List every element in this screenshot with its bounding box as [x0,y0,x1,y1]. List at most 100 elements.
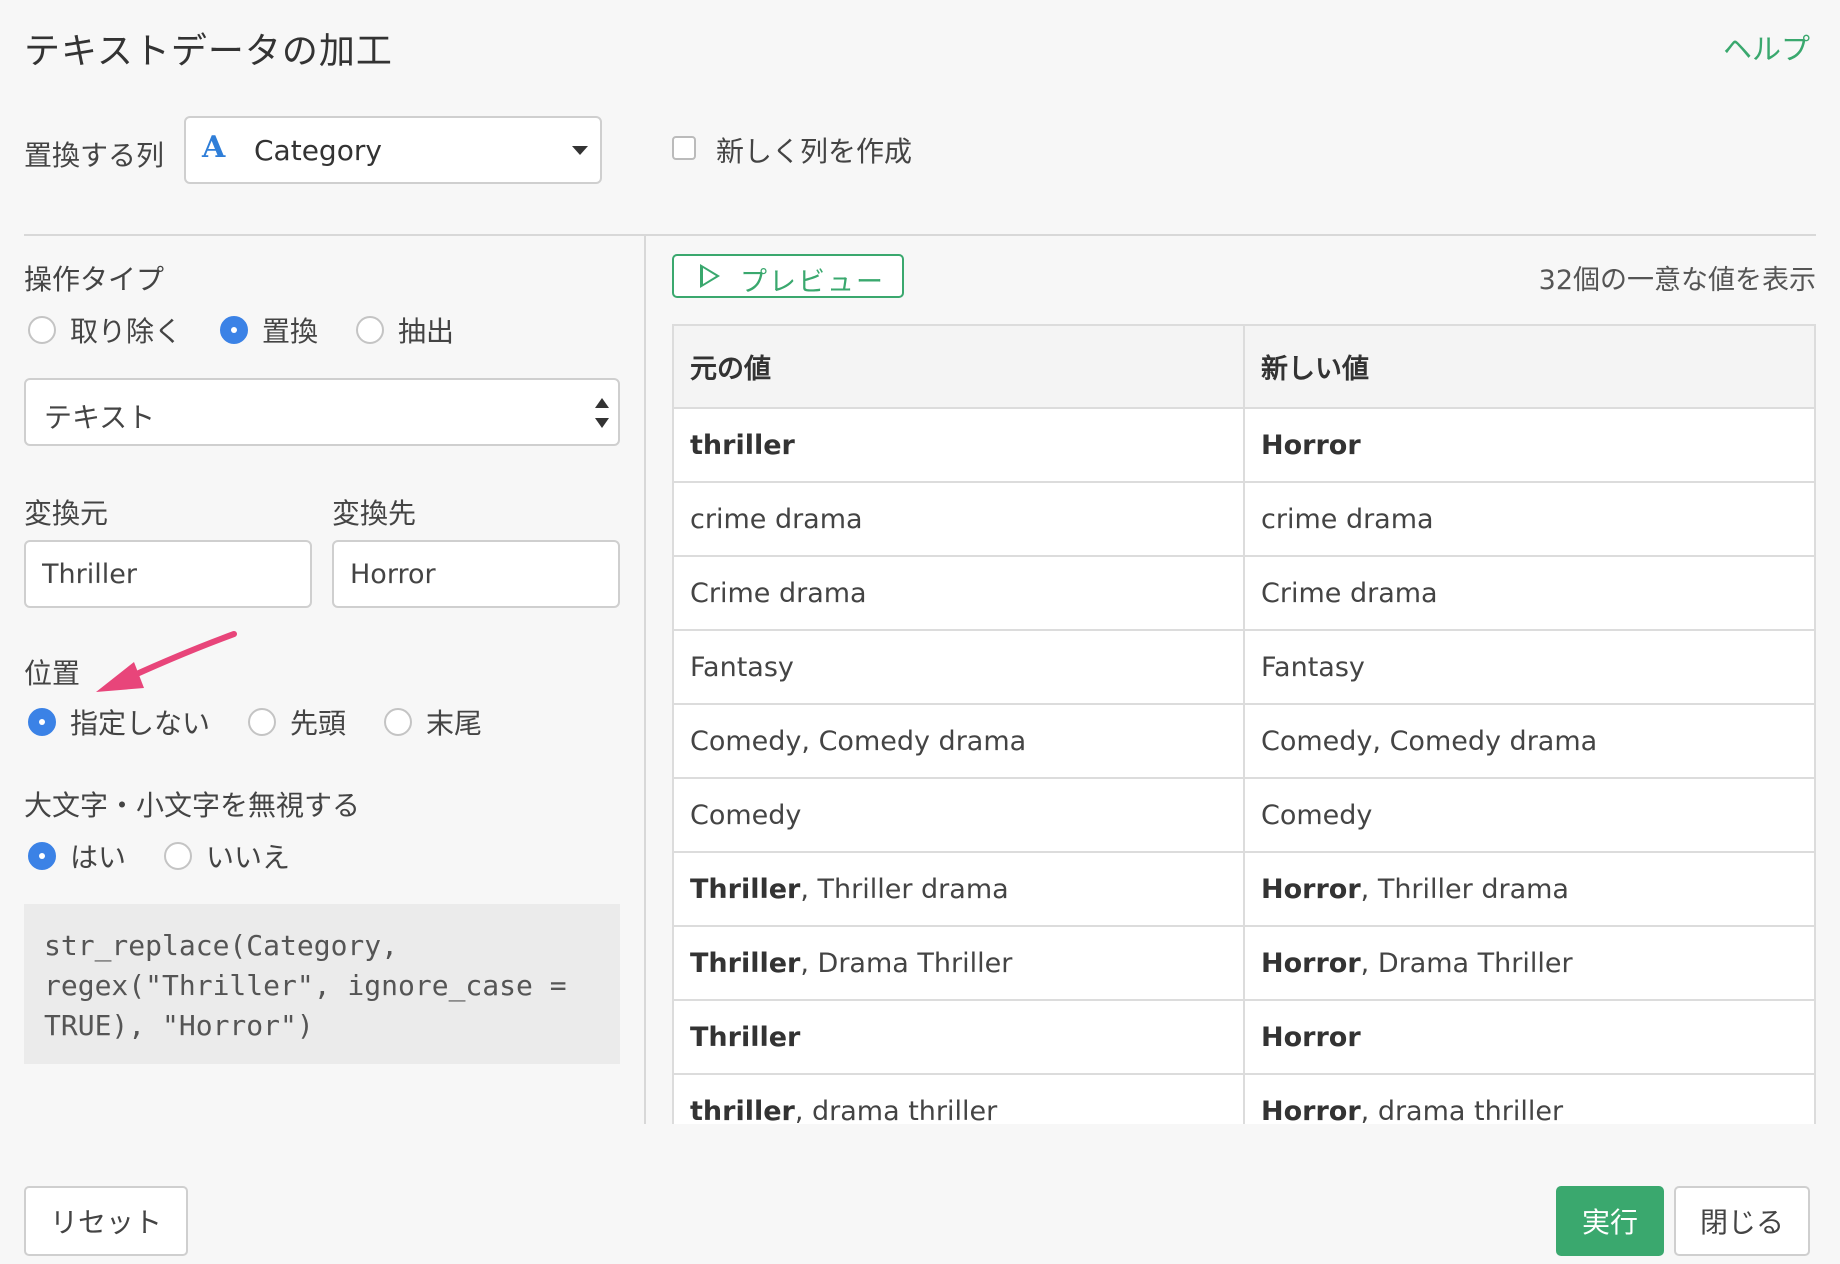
cell-original-value: crime drama [674,482,1245,557]
radio-ignore-case-yes[interactable] [28,842,56,870]
table-row: Thriller, Thriller drama Horror, Thriller… [674,852,1814,927]
cell-new-value: Horror [1244,408,1814,483]
radio-position-start[interactable] [248,708,276,736]
cell-original-value: Comedy, Comedy drama [674,704,1245,779]
cell-new-value: Comedy [1244,778,1814,853]
cell-new-value: Comedy, Comedy drama [1244,704,1814,779]
cell-new-value: Crime drama [1244,556,1814,631]
preview-table[interactable]: 元の値 新しい値 thriller Horror crime drama crime … [672,324,1816,1124]
matched-text: Horror [1261,1095,1361,1125]
position-label: 位置 [24,657,81,690]
radio-position-start-label: 先頭 [290,707,347,740]
rest-text: , drama thriller [794,1095,998,1125]
matched-text: Thriller [690,873,801,905]
column-header-original: 元の値 [674,326,1245,409]
radio-position-none[interactable] [28,708,56,736]
rest-text: , Thriller drama [800,873,1009,905]
radio-replace-label: 置換 [262,315,319,348]
close-button[interactable]: 閉じる [1674,1186,1810,1256]
cell-original-value: thriller, drama thriller [674,1074,1245,1125]
radio-ignore-case-no-label: いいえ [206,841,291,874]
from-label: 変換元 [24,497,109,530]
match-type-value: テキスト [44,401,156,434]
run-button[interactable]: 実行 [1556,1186,1664,1256]
cell-new-value: Horror, drama thriller [1244,1074,1814,1124]
to-label: 変換先 [332,497,417,530]
rest-text: Comedy, Comedy drama [1261,725,1598,757]
annotation-arrow-icon [96,631,237,692]
caret-down-icon [572,146,588,155]
radio-ignore-case-no[interactable] [164,842,192,870]
table-body: thriller Horror crime drama crime drama Crim… [674,408,1814,1124]
table-row: Fantasy Fantasy [674,630,1814,705]
rest-text: Crime drama [1261,577,1438,609]
cell-new-value: Horror [1244,1000,1814,1075]
rest-text: Comedy, Comedy drama [690,725,1027,757]
rest-text: Fantasy [690,651,794,683]
cell-original-value: Comedy [674,778,1245,853]
rest-text: , Thriller drama [1360,873,1569,905]
radio-position-end-label: 末尾 [426,707,483,740]
column-select-value: Category [254,134,382,167]
cell-original-value: thriller [674,408,1245,483]
cell-original-value: Fantasy [674,630,1245,705]
dialog-title: テキストデータの加工 [24,31,393,72]
rest-text: Comedy [1261,799,1373,831]
matched-text: Thriller [690,947,801,979]
column-header-new: 新しい値 [1244,326,1814,409]
table-header-row: 元の値 新しい値 [674,326,1814,409]
generated-code: str_replace(Category, regex("Thriller", … [24,904,620,1064]
cell-original-value: Thriller, Thriller drama [674,852,1245,927]
to-input[interactable] [332,540,620,608]
matched-text: thriller [690,429,795,461]
radio-extract[interactable] [356,316,384,344]
match-type-select[interactable]: テキスト [24,378,620,446]
matched-text: Thriller [690,1021,801,1053]
rest-text: , drama thriller [1360,1095,1564,1125]
table-row: Thriller, Drama Thriller Horror, Drama Th… [674,926,1814,1001]
table-row: crime drama crime drama [674,482,1814,557]
divider-horizontal [24,234,1816,236]
new-column-label: 新しく列を作成 [716,135,913,168]
radio-replace[interactable] [220,316,248,344]
from-input[interactable] [24,540,312,608]
help-link[interactable]: ヘルプ [1723,26,1810,68]
updown-caret-icon [594,398,610,428]
character-type-icon: A [202,130,226,165]
ignore-case-label: 大文字・小文字を無視する [24,789,361,822]
rest-text: , Drama Thriller [800,947,1013,979]
table-row: Comedy, Comedy drama Comedy, Comedy drama [674,704,1814,779]
unique-count-text: 32個の一意な値を表示 [1538,265,1816,296]
radio-remove[interactable] [28,316,56,344]
rest-text: Crime drama [690,577,867,609]
operation-type-label: 操作タイプ [24,263,165,296]
radio-extract-label: 抽出 [398,315,455,348]
cell-new-value: crime drama [1244,482,1814,557]
column-select[interactable]: A Category [184,116,602,184]
matched-text: Horror [1261,1021,1361,1053]
radio-position-end[interactable] [384,708,412,736]
matched-text: Horror [1261,947,1361,979]
preview-button[interactable]: プレビュー [672,254,904,298]
rest-text: Fantasy [1261,651,1365,683]
table-row: thriller Horror [674,408,1814,483]
radio-ignore-case-yes-label: はい [70,841,127,874]
divider-vertical [644,236,646,1124]
radio-position-none-label: 指定しない [70,707,211,740]
matched-text: Horror [1261,429,1361,461]
cell-new-value: Horror, Thriller drama [1244,852,1814,927]
preview-button-label: プレビュー [740,267,885,298]
rest-text: crime drama [1261,503,1434,535]
play-icon [700,264,720,288]
table-row: thriller, drama thriller Horror, drama th… [674,1074,1814,1124]
new-column-checkbox[interactable] [672,136,696,160]
matched-text: thriller [690,1095,795,1125]
cell-new-value: Horror, Drama Thriller [1244,926,1814,1001]
reset-button[interactable]: リセット [24,1186,188,1256]
table-row: Thriller Horror [674,1000,1814,1075]
column-select-label: 置換する列 [24,139,165,172]
table-row: Crime drama Crime drama [674,556,1814,631]
rest-text: Comedy [690,799,802,831]
matched-text: Horror [1261,873,1361,905]
cell-new-value: Fantasy [1244,630,1814,705]
